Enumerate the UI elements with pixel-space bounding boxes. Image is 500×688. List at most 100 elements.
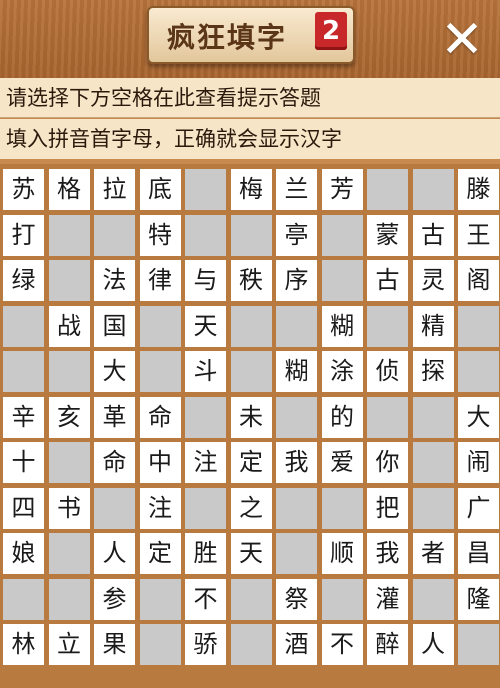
grid-cell[interactable]: 侦 xyxy=(367,351,408,392)
grid-cell[interactable]: 兰 xyxy=(276,169,317,210)
grid-cell[interactable]: 与 xyxy=(185,260,226,301)
grid-cell[interactable]: 亥 xyxy=(48,396,90,438)
grid-cell[interactable]: 格 xyxy=(48,169,90,210)
blocked-cell xyxy=(48,214,90,256)
grid-cell[interactable]: 王 xyxy=(458,214,499,256)
grid-cell[interactable]: 立 xyxy=(48,624,90,665)
blocked-cell xyxy=(367,169,408,210)
grid-cell[interactable]: 探 xyxy=(412,351,454,392)
grid-cell[interactable]: 特 xyxy=(139,214,181,256)
blocked-cell xyxy=(412,578,454,620)
grid-cell[interactable]: 中 xyxy=(139,442,181,483)
grid-cell[interactable]: 的 xyxy=(321,396,363,438)
grid-cell[interactable]: 果 xyxy=(94,624,135,665)
grid-cell[interactable]: 参 xyxy=(94,578,135,620)
grid-cell[interactable]: 把 xyxy=(367,487,408,529)
grid-cell[interactable]: 亭 xyxy=(276,214,317,256)
grid-cell[interactable]: 古 xyxy=(367,260,408,301)
blocked-cell xyxy=(3,351,44,392)
grid-cell[interactable]: 祭 xyxy=(276,578,317,620)
grid-cell[interactable]: 注 xyxy=(139,487,181,529)
blocked-cell xyxy=(458,351,499,392)
grid-cell[interactable]: 林 xyxy=(3,624,44,665)
grid-cell[interactable]: 骄 xyxy=(185,624,226,665)
grid-cell[interactable]: 灌 xyxy=(367,578,408,620)
grid-cell[interactable]: 大 xyxy=(458,396,499,438)
grid-cell[interactable]: 你 xyxy=(367,442,408,483)
blocked-cell xyxy=(185,487,226,529)
close-icon[interactable]: ✕ xyxy=(436,14,488,66)
grid-cell[interactable]: 古 xyxy=(412,214,454,256)
grid-cell[interactable]: 打 xyxy=(3,214,44,256)
blocked-cell xyxy=(185,214,226,256)
blocked-cell xyxy=(139,305,181,347)
blocked-cell xyxy=(3,305,44,347)
blocked-cell xyxy=(48,578,90,620)
grid-cell[interactable]: 者 xyxy=(412,533,454,574)
grid-cell[interactable]: 未 xyxy=(230,396,272,438)
grid-cell[interactable]: 定 xyxy=(230,442,272,483)
grid-cell[interactable]: 滕 xyxy=(458,169,499,210)
blocked-cell xyxy=(412,169,454,210)
grid-cell[interactable]: 四 xyxy=(3,487,44,529)
grid-cell[interactable]: 辛 xyxy=(3,396,44,438)
grid-cell[interactable]: 注 xyxy=(185,442,226,483)
grid-cell[interactable]: 糊 xyxy=(276,351,317,392)
grid-cell[interactable]: 大 xyxy=(94,351,135,392)
blocked-cell xyxy=(230,305,272,347)
grid-cell[interactable]: 人 xyxy=(412,624,454,665)
blocked-cell xyxy=(185,396,226,438)
grid-cell[interactable]: 酒 xyxy=(276,624,317,665)
blocked-cell xyxy=(412,442,454,483)
grid-cell[interactable]: 拉 xyxy=(94,169,135,210)
grid-cell[interactable]: 广 xyxy=(458,487,499,529)
grid-cell[interactable]: 命 xyxy=(139,396,181,438)
grid-cell[interactable]: 定 xyxy=(139,533,181,574)
grid-cell[interactable]: 命 xyxy=(94,442,135,483)
grid-cell[interactable]: 昌 xyxy=(458,533,499,574)
grid-cell[interactable]: 战 xyxy=(48,305,90,347)
grid-cell[interactable]: 人 xyxy=(94,533,135,574)
grid-cell[interactable]: 娘 xyxy=(3,533,44,574)
grid-cell[interactable]: 革 xyxy=(94,396,135,438)
grid-cell[interactable]: 闹 xyxy=(458,442,499,483)
blocked-cell xyxy=(276,305,317,347)
grid-cell[interactable]: 糊 xyxy=(321,305,363,347)
grid-cell[interactable]: 我 xyxy=(276,442,317,483)
blocked-cell xyxy=(230,214,272,256)
grid-cell[interactable]: 精 xyxy=(412,305,454,347)
grid-cell[interactable]: 梅 xyxy=(230,169,272,210)
grid-cell[interactable]: 天 xyxy=(230,533,272,574)
grid-cell[interactable]: 蒙 xyxy=(367,214,408,256)
grid-cell[interactable]: 十 xyxy=(3,442,44,483)
grid-cell[interactable]: 书 xyxy=(48,487,90,529)
grid-cell[interactable]: 爱 xyxy=(321,442,363,483)
grid-cell[interactable]: 顺 xyxy=(321,533,363,574)
grid-cell[interactable]: 胜 xyxy=(185,533,226,574)
grid-cell[interactable]: 阁 xyxy=(458,260,499,301)
hint-line-1: 请选择下方空格在此查看提示答题 xyxy=(0,78,500,118)
grid-cell[interactable]: 斗 xyxy=(185,351,226,392)
grid-cell[interactable]: 底 xyxy=(139,169,181,210)
level-badge: 2 xyxy=(315,12,347,50)
grid-cell[interactable]: 律 xyxy=(139,260,181,301)
grid-cell[interactable]: 芳 xyxy=(321,169,363,210)
grid-cell[interactable]: 国 xyxy=(94,305,135,347)
grid-cell[interactable]: 隆 xyxy=(458,578,499,620)
grid-cell[interactable]: 序 xyxy=(276,260,317,301)
grid-cell[interactable]: 涂 xyxy=(321,351,363,392)
grid-cell[interactable]: 之 xyxy=(230,487,272,529)
grid-cell[interactable]: 法 xyxy=(94,260,135,301)
grid-cell[interactable]: 苏 xyxy=(3,169,44,210)
grid-cell[interactable]: 醉 xyxy=(367,624,408,665)
grid-cell[interactable]: 不 xyxy=(321,624,363,665)
grid-cell[interactable]: 不 xyxy=(185,578,226,620)
grid-cell[interactable]: 我 xyxy=(367,533,408,574)
grid-cell[interactable]: 天 xyxy=(185,305,226,347)
grid-cell[interactable]: 绿 xyxy=(3,260,44,301)
blocked-cell xyxy=(321,487,363,529)
blocked-cell xyxy=(276,487,317,529)
blocked-cell xyxy=(321,214,363,256)
grid-cell[interactable]: 灵 xyxy=(412,260,454,301)
grid-cell[interactable]: 秩 xyxy=(230,260,272,301)
